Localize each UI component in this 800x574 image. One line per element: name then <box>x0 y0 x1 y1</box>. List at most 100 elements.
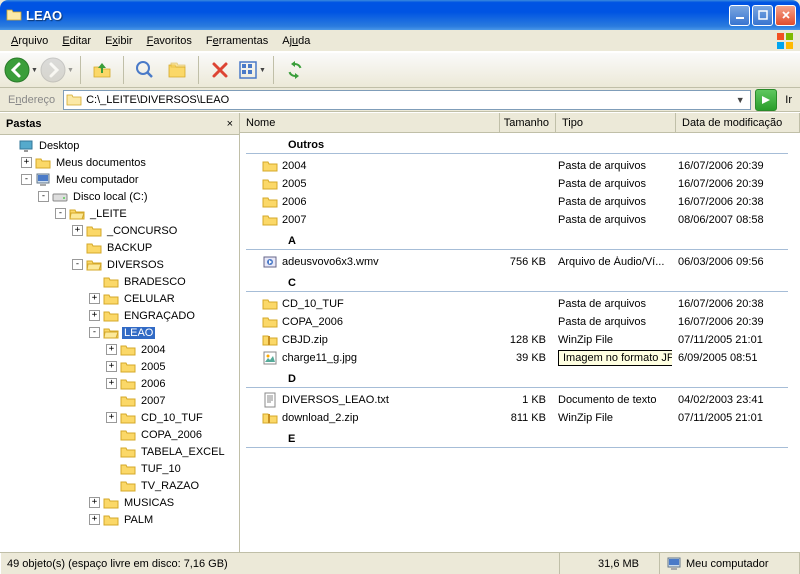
tree-node[interactable]: + ENGRAÇADO <box>0 307 239 324</box>
file-size: 1 KB <box>496 394 552 406</box>
tree-node[interactable]: TV_RAZAO <box>0 477 239 494</box>
tree-node[interactable]: -Disco local (C:) <box>0 188 239 205</box>
file-list[interactable]: Outros 2004Pasta de arquivos16/07/2006 20… <box>240 133 800 552</box>
column-data[interactable]: Data de modificação <box>676 113 800 132</box>
file-type: Pasta de arquivos <box>552 196 672 208</box>
expand-icon[interactable]: + <box>89 293 100 304</box>
minimize-button[interactable] <box>729 5 750 26</box>
views-button[interactable]: ▼ <box>237 55 267 85</box>
expand-icon[interactable]: - <box>55 208 66 219</box>
folder-tree[interactable]: Desktop+Meus documentos-Meu computador-D… <box>0 135 239 552</box>
tree-node[interactable]: 2007 <box>0 392 239 409</box>
tree-node[interactable]: +2004 <box>0 341 239 358</box>
tree-node[interactable]: + Meus documentos <box>0 154 239 171</box>
tree-label: Meu computador <box>54 174 141 186</box>
tree-node[interactable]: BACKUP <box>0 239 239 256</box>
tree-node[interactable]: +2006 <box>0 375 239 392</box>
group-header[interactable]: Outros <box>246 136 788 154</box>
file-row[interactable]: 2007Pasta de arquivos08/06/2007 08:58 <box>240 211 800 229</box>
expand-icon[interactable]: + <box>72 225 83 236</box>
expand-icon[interactable]: + <box>106 361 117 372</box>
menu-bar: Arquivo Editar Exibir Favoritos Ferramen… <box>0 30 800 52</box>
group-header[interactable]: E <box>246 430 788 448</box>
file-row[interactable]: 2005Pasta de arquivos16/07/2006 20:39 <box>240 175 800 193</box>
search-button[interactable] <box>130 55 160 85</box>
column-nome[interactable]: Nome <box>240 113 500 132</box>
tree-node[interactable]: +MUSICAS <box>0 494 239 511</box>
file-row[interactable]: download_2.zip811 KBWinZip File07/11/200… <box>240 409 800 427</box>
folder-icon <box>120 342 136 358</box>
forward-button[interactable]: ▼ <box>40 55 74 85</box>
tree-label: PALM <box>122 514 155 526</box>
file-row[interactable]: DIVERSOS_LEAO.txt1 KBDocumento de texto0… <box>240 391 800 409</box>
maximize-button[interactable] <box>752 5 773 26</box>
tree-node[interactable]: + PALM <box>0 511 239 528</box>
go-button[interactable] <box>755 89 777 111</box>
tree-node[interactable]: - LEAO <box>0 324 239 341</box>
tree-node[interactable]: COPA_2006 <box>0 426 239 443</box>
menu-favoritos[interactable]: Favoritos <box>140 33 199 49</box>
folders-button[interactable] <box>162 55 192 85</box>
file-row[interactable]: 2004Pasta de arquivos16/07/2006 20:39 <box>240 157 800 175</box>
tree-node[interactable]: TUF_10 <box>0 460 239 477</box>
address-dropdown-icon[interactable]: ▼ <box>732 95 748 105</box>
expand-icon[interactable]: + <box>21 157 32 168</box>
sync-button[interactable] <box>280 55 310 85</box>
file-row[interactable]: CD_10_TUFPasta de arquivos16/07/2006 20:… <box>240 295 800 313</box>
file-row[interactable]: CBJD.zip128 KBWinZip File07/11/2005 21:0… <box>240 331 800 349</box>
address-input[interactable] <box>82 94 732 106</box>
folders-panel-close-icon[interactable]: × <box>227 118 233 130</box>
expand-icon[interactable]: - <box>89 327 100 338</box>
expand-icon[interactable]: + <box>89 514 100 525</box>
folder-icon <box>262 296 278 312</box>
back-button[interactable]: ▼ <box>4 55 38 85</box>
window-title: LEAO <box>26 8 729 23</box>
group-header[interactable]: C <box>246 274 788 292</box>
tree-node[interactable]: +_CONCURSO <box>0 222 239 239</box>
tree-node[interactable]: - Meu computador <box>0 171 239 188</box>
file-list-panel: Nome Tamanho Tipo Data de modificação Ou… <box>240 113 800 552</box>
expand-icon[interactable]: + <box>89 310 100 321</box>
close-button[interactable] <box>775 5 796 26</box>
menu-arquivo[interactable]: Arquivo <box>4 33 55 49</box>
tree-node[interactable]: +2005 <box>0 358 239 375</box>
tree-label: ENGRAÇADO <box>122 310 197 322</box>
tree-label: Meus documentos <box>54 157 148 169</box>
expand-icon[interactable]: + <box>106 378 117 389</box>
menu-exibir[interactable]: Exibir <box>98 33 140 49</box>
tree-node[interactable]: Desktop <box>0 137 239 154</box>
delete-button[interactable] <box>205 55 235 85</box>
column-tipo[interactable]: Tipo <box>556 113 676 132</box>
menu-editar[interactable]: Editar <box>55 33 98 49</box>
tree-node[interactable]: BRADESCO <box>0 273 239 290</box>
group-header[interactable]: D <box>246 370 788 388</box>
file-type: Pasta de arquivos <box>552 160 672 172</box>
expand-icon[interactable]: + <box>106 344 117 355</box>
file-row[interactable]: charge11_g.jpg39 KBImagem no formato JPE… <box>240 349 800 367</box>
status-objects: 49 objeto(s) (espaço livre em disco: 7,1… <box>0 553 560 574</box>
file-size: 39 KB <box>496 352 552 364</box>
tree-node[interactable]: -DIVERSOS <box>0 256 239 273</box>
menu-ajuda[interactable]: Ajuda <box>275 33 317 49</box>
up-button[interactable] <box>87 55 117 85</box>
computer-icon <box>35 172 51 188</box>
file-row[interactable]: adeusvovo6x3.wmv756 KBArquivo de Áudio/V… <box>240 253 800 271</box>
file-row[interactable]: COPA_2006Pasta de arquivos16/07/2006 20:… <box>240 313 800 331</box>
tree-node[interactable]: TABELA_EXCEL <box>0 443 239 460</box>
expand-icon[interactable]: - <box>38 191 49 202</box>
column-tamanho[interactable]: Tamanho <box>500 113 556 132</box>
tree-node[interactable]: -_LEITE <box>0 205 239 222</box>
expand-icon[interactable]: - <box>21 174 32 185</box>
tree-node[interactable]: +CELULAR <box>0 290 239 307</box>
address-box[interactable]: ▼ <box>63 90 751 110</box>
expand-icon[interactable]: + <box>106 412 117 423</box>
group-header[interactable]: A <box>246 232 788 250</box>
folder-icon <box>120 427 136 443</box>
file-date: 16/07/2006 20:39 <box>672 160 800 172</box>
menu-ferramentas[interactable]: Ferramentas <box>199 33 275 49</box>
expand-icon[interactable]: + <box>89 497 100 508</box>
file-row[interactable]: 2006Pasta de arquivos16/07/2006 20:38 <box>240 193 800 211</box>
expand-icon[interactable]: - <box>72 259 83 270</box>
tree-node[interactable]: +CD_10_TUF <box>0 409 239 426</box>
tree-label: LEAO <box>122 327 155 339</box>
